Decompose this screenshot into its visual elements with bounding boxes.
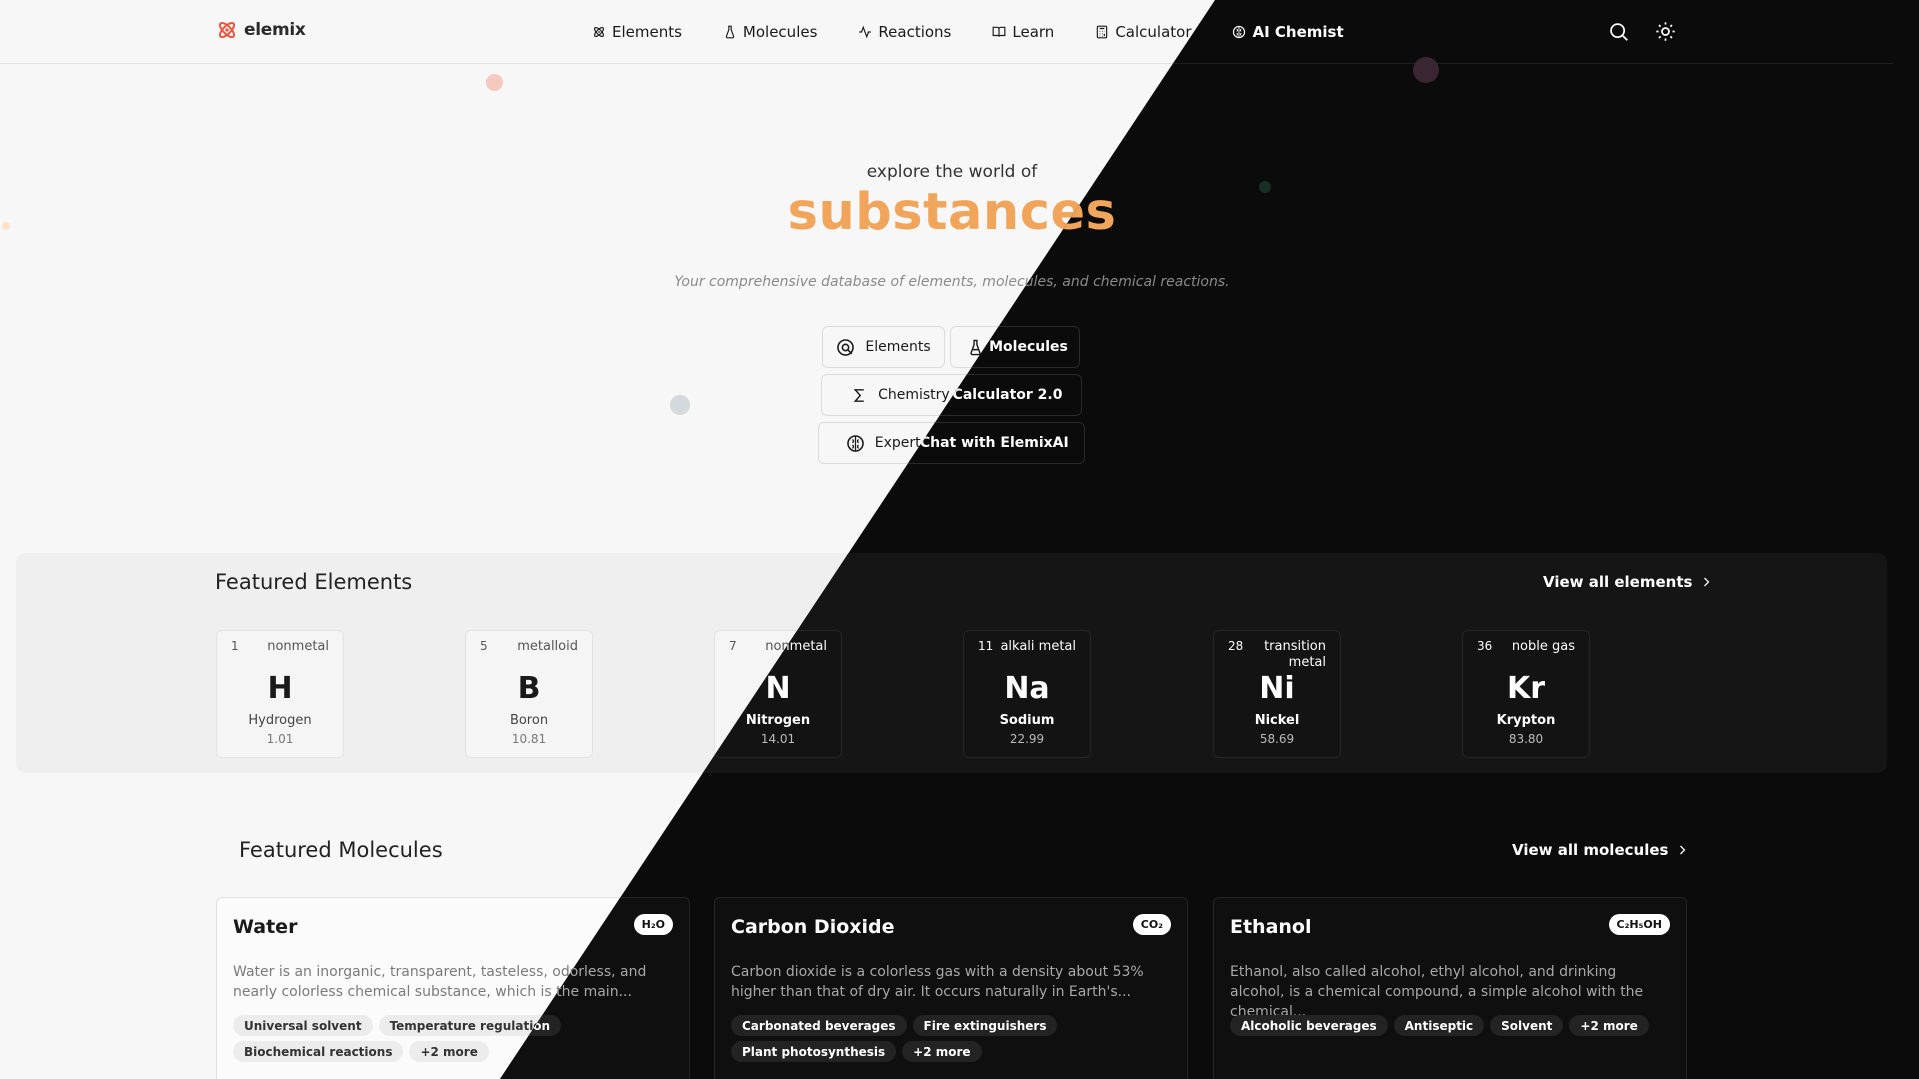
brand-logo[interactable]: elemix [216, 19, 306, 41]
featured-elements-title: Featured Elements [215, 570, 413, 594]
view-all-elements-link[interactable]: View all elements [1543, 573, 1712, 591]
search-icon[interactable] [1608, 21, 1629, 42]
element-symbol: H [267, 671, 293, 706]
element-card-sodium[interactable]: 11 alkali metal Na Sodium 22.99 [963, 630, 1091, 758]
nav-label: Molecules [742, 23, 818, 41]
link-label: View all elements [1543, 573, 1693, 591]
element-card-hydrogen[interactable]: 1 nonmetal H Hydrogen 1.01 [216, 630, 344, 758]
element-category: metalloid [517, 639, 578, 654]
atom-logo-icon [218, 21, 236, 39]
formula-badge: CO₂ [1132, 914, 1171, 935]
link-label: View all molecules [1512, 841, 1669, 859]
element-name: Krypton [1496, 713, 1556, 728]
nav-learn[interactable]: Learn [992, 20, 1054, 44]
book-icon [992, 26, 1006, 37]
tag-list: Carbonated beverages Fire extinguishers … [731, 1015, 1171, 1062]
button-label: Molecules [989, 339, 1068, 355]
atomic-mass: 1.01 [266, 732, 294, 746]
element-category: noble gas [1511, 639, 1575, 654]
element-symbol: Na [1004, 671, 1050, 706]
element-category: transition metal [1264, 639, 1326, 670]
atomic-number: 36 [1477, 639, 1493, 653]
tag-more: +2 more [409, 1041, 489, 1062]
element-category: alkali metal [1000, 639, 1076, 654]
element-card-nickel[interactable]: 28 transition metal Ni Nickel 58.69 [1213, 630, 1341, 758]
tag-more: +2 more [1569, 1015, 1649, 1036]
atom-icon [593, 26, 605, 38]
featured-molecules-title: Featured Molecules [239, 838, 443, 862]
atomic-number: 5 [480, 639, 488, 653]
sigma-icon [853, 388, 864, 402]
nav-tools [1608, 21, 1676, 42]
element-symbol: Kr [1506, 671, 1546, 706]
molecule-card-ethanol[interactable]: Ethanol C₂H₅OH Ethanol, also called alco… [1213, 897, 1687, 1079]
flask-icon [725, 25, 735, 39]
element-name: Hydrogen [248, 713, 312, 728]
molecule-description: Ethanol, also called alcohol, ethyl alco… [1230, 964, 1644, 1020]
molecule-card-carbon-dioxide[interactable]: Carbon Dioxide CO₂ Carbon dioxide is a c… [714, 897, 1188, 1079]
atomic-mass: 14.01 [760, 732, 796, 746]
sun-icon[interactable] [1655, 21, 1676, 42]
nav-ai-chemist[interactable]: AI Chemist [1232, 20, 1344, 44]
formula-badge: C₂H₅OH [1608, 914, 1670, 935]
atomic-number: 28 [1228, 639, 1244, 653]
nav-reactions[interactable]: Reactions [858, 20, 951, 44]
atomic-mass: 22.99 [1009, 732, 1045, 746]
chevron-right-icon [1704, 577, 1710, 587]
element-category: nonmetal [267, 639, 329, 654]
nav-label: Calculator [1115, 23, 1192, 41]
tag: Carbonated beverages [731, 1015, 907, 1036]
tag: Fire extinguishers [912, 1015, 1058, 1036]
element-symbol: B [517, 671, 541, 706]
element-name: Sodium [999, 713, 1055, 728]
tag: Universal solvent [233, 1015, 373, 1036]
atomic-mass: 58.69 [1259, 732, 1295, 746]
page: elemix Elements Molecules Reactions Lear… [0, 0, 1919, 1079]
molecule-name: Carbon Dioxide [731, 916, 895, 938]
tag: Biochemical reactions [233, 1041, 404, 1062]
chevron-right-icon [1680, 845, 1686, 855]
brain-icon [1233, 25, 1246, 39]
decor-dot [670, 395, 690, 415]
molecule-name: Water [233, 916, 298, 938]
element-name: Nickel [1254, 713, 1300, 728]
atomic-number: 1 [231, 639, 239, 653]
element-symbol: Ni [1259, 671, 1295, 706]
calculator-icon [1097, 25, 1108, 39]
elements-button[interactable]: Elements [822, 326, 945, 368]
element-name: Boron [509, 713, 549, 728]
tag: Antiseptic [1393, 1015, 1485, 1036]
nav-label: Reactions [878, 23, 952, 41]
element-card-krypton[interactable]: 36 noble gas Kr Krypton 83.80 [1462, 630, 1590, 758]
molecule-name: Ethanol [1230, 916, 1312, 938]
activity-icon [859, 25, 872, 39]
tag-more: +2 more [902, 1041, 982, 1062]
tag-list: Alcoholic beverages Antiseptic Solvent +… [1230, 1015, 1670, 1036]
atomic-number: 11 [978, 639, 994, 653]
nav-label: AI Chemist [1252, 23, 1344, 41]
button-label: Elements [865, 339, 931, 355]
element-card-boron[interactable]: 5 metalloid B Boron 10.81 [465, 630, 593, 758]
decor-dot [486, 74, 503, 91]
atomic-mass: 83.80 [1508, 732, 1544, 746]
decor-dot [1413, 57, 1439, 83]
tag: Solvent [1490, 1015, 1564, 1036]
nav-calculator[interactable]: Calculator [1095, 20, 1191, 44]
brain-icon [846, 434, 864, 452]
atom-search-icon [837, 338, 855, 356]
formula-badge: H₂O [633, 914, 673, 935]
view-all-molecules-link[interactable]: View all molecules [1512, 841, 1688, 859]
nav-elements[interactable]: Elements [592, 20, 682, 44]
tag: Alcoholic beverages [1230, 1015, 1388, 1036]
brand-name: elemix [244, 20, 306, 40]
nav-label: Elements [612, 23, 682, 41]
atomic-mass: 10.81 [511, 732, 547, 746]
tag: Plant photosynthesis [731, 1041, 897, 1062]
atomic-number: 7 [729, 639, 737, 653]
molecule-description: Carbon dioxide is a colorless gas with a… [731, 964, 1144, 1000]
nav-molecules[interactable]: Molecules [723, 20, 817, 44]
nav-label: Learn [1012, 23, 1055, 41]
